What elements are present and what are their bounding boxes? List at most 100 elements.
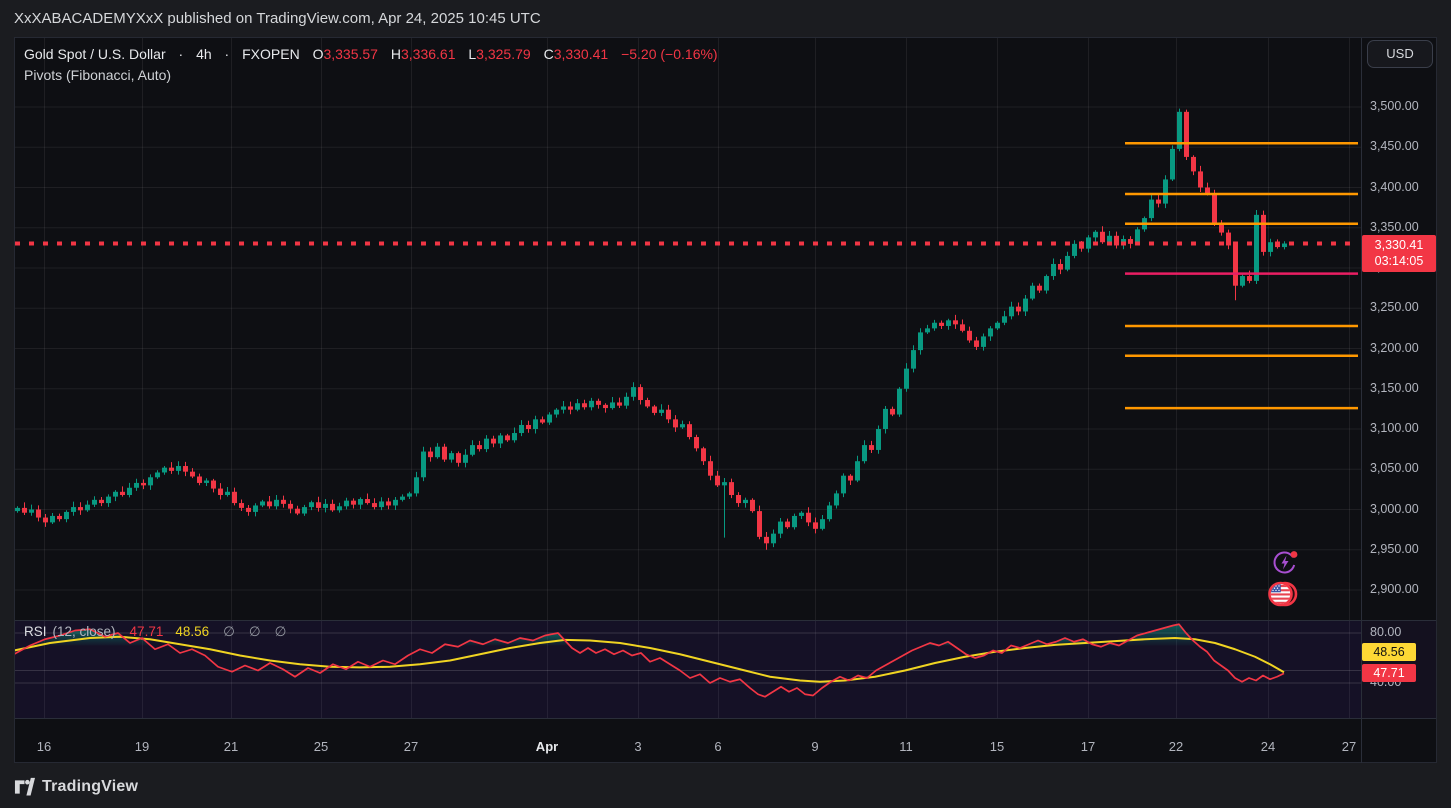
candle: [1219, 224, 1224, 233]
price-axis-label: 2,900.00: [1370, 582, 1419, 596]
candle: [778, 522, 783, 534]
candle: [281, 500, 286, 504]
currency-usd-button[interactable]: USD: [1367, 40, 1433, 68]
candle: [190, 472, 195, 477]
candle: [218, 489, 223, 495]
candle: [50, 516, 55, 522]
high-value: 3,336.61: [401, 46, 456, 62]
candle: [960, 324, 965, 330]
symbol-title[interactable]: Gold Spot / U.S. Dollar: [24, 46, 166, 62]
rsi-value-yellow: 48.56: [175, 624, 209, 639]
candle: [526, 425, 531, 429]
candle: [169, 468, 174, 471]
candle: [568, 406, 573, 409]
candle: [820, 519, 825, 529]
last-price-value: 3,330.41: [1362, 237, 1436, 253]
price-axis-label: 3,200.00: [1370, 341, 1419, 355]
candle: [876, 429, 881, 450]
candle: [1086, 237, 1091, 248]
candle: [1044, 276, 1049, 290]
legend-separator: ·: [225, 46, 230, 62]
candle: [106, 497, 111, 503]
candle: [1072, 244, 1077, 256]
rsi-empty-value: ∅: [249, 624, 261, 639]
open-label: O: [313, 46, 324, 62]
indicator-legend-rsi[interactable]: RSI(12, close)47.7148.56∅∅∅: [24, 624, 286, 640]
candle: [666, 410, 671, 420]
candle: [456, 453, 461, 463]
candle: [1212, 194, 1217, 224]
candle: [22, 508, 27, 513]
time-axis-label: 21: [224, 739, 238, 754]
candle: [1023, 299, 1028, 312]
candle: [43, 518, 48, 523]
candle: [862, 445, 867, 461]
time-axis-label: 11: [899, 739, 913, 754]
candle: [148, 477, 153, 485]
candle: [442, 447, 447, 460]
price-axis-label: 2,950.00: [1370, 542, 1419, 556]
candle: [729, 482, 734, 495]
candle: [29, 510, 34, 513]
candle: [603, 405, 608, 408]
candle: [1184, 112, 1189, 157]
candle-countdown: 03:14:05: [1362, 253, 1436, 269]
candle: [239, 503, 244, 508]
candle: [1030, 286, 1035, 299]
price-axis-label: 3,100.00: [1370, 421, 1419, 435]
time-axis-label: 17: [1081, 739, 1095, 754]
events-lightning-icon[interactable]: [1272, 549, 1299, 576]
tradingview-logo-text: TradingView: [42, 778, 138, 796]
low-label: L: [468, 46, 476, 62]
candle: [505, 435, 510, 440]
pane-separator[interactable]: [15, 620, 1436, 621]
candle: [932, 323, 937, 329]
candle: [974, 340, 979, 346]
candle: [197, 476, 202, 482]
chart-canvas: [0, 0, 1451, 808]
candle: [771, 534, 776, 544]
candle: [848, 476, 853, 481]
rsi-params: (12, close): [53, 624, 116, 639]
time-axis-label: 22: [1169, 739, 1183, 754]
us-flag-event-icon[interactable]: [1267, 579, 1298, 609]
time-axis-label: 24: [1261, 739, 1275, 754]
candle: [393, 500, 398, 506]
candle: [232, 492, 237, 503]
candle: [610, 402, 615, 408]
candle: [953, 320, 958, 324]
price-axis-label: 3,500.00: [1370, 99, 1419, 113]
candle: [911, 350, 916, 369]
candle: [687, 424, 692, 437]
time-axis-label: 9: [811, 739, 818, 754]
candle: [1107, 236, 1112, 242]
candle: [827, 505, 832, 519]
indicator-legend-pivots[interactable]: Pivots (Fibonacci, Auto): [24, 67, 171, 83]
price-axis-label: 3,450.00: [1370, 139, 1419, 153]
candle: [617, 402, 622, 405]
candle: [1114, 236, 1119, 246]
candle: [890, 409, 895, 415]
candle: [309, 502, 314, 507]
candle: [645, 400, 650, 406]
candle: [981, 336, 986, 346]
candle: [652, 406, 657, 412]
candle: [113, 492, 118, 497]
rsi-title: RSI: [24, 624, 47, 639]
candle: [470, 445, 475, 455]
candle: [428, 452, 433, 458]
candle: [883, 409, 888, 429]
candle: [1100, 232, 1105, 242]
candle: [463, 455, 468, 463]
candle: [176, 466, 181, 471]
candle: [659, 410, 664, 413]
candle: [1233, 245, 1238, 285]
candle: [253, 505, 258, 511]
interval-label[interactable]: 4h: [196, 46, 212, 62]
tradingview-logo[interactable]: TradingView: [14, 775, 138, 799]
candle: [792, 516, 797, 527]
exchange-label: FXOPEN: [242, 46, 300, 62]
candle: [449, 453, 454, 459]
candle: [708, 461, 713, 475]
candle: [743, 500, 748, 503]
